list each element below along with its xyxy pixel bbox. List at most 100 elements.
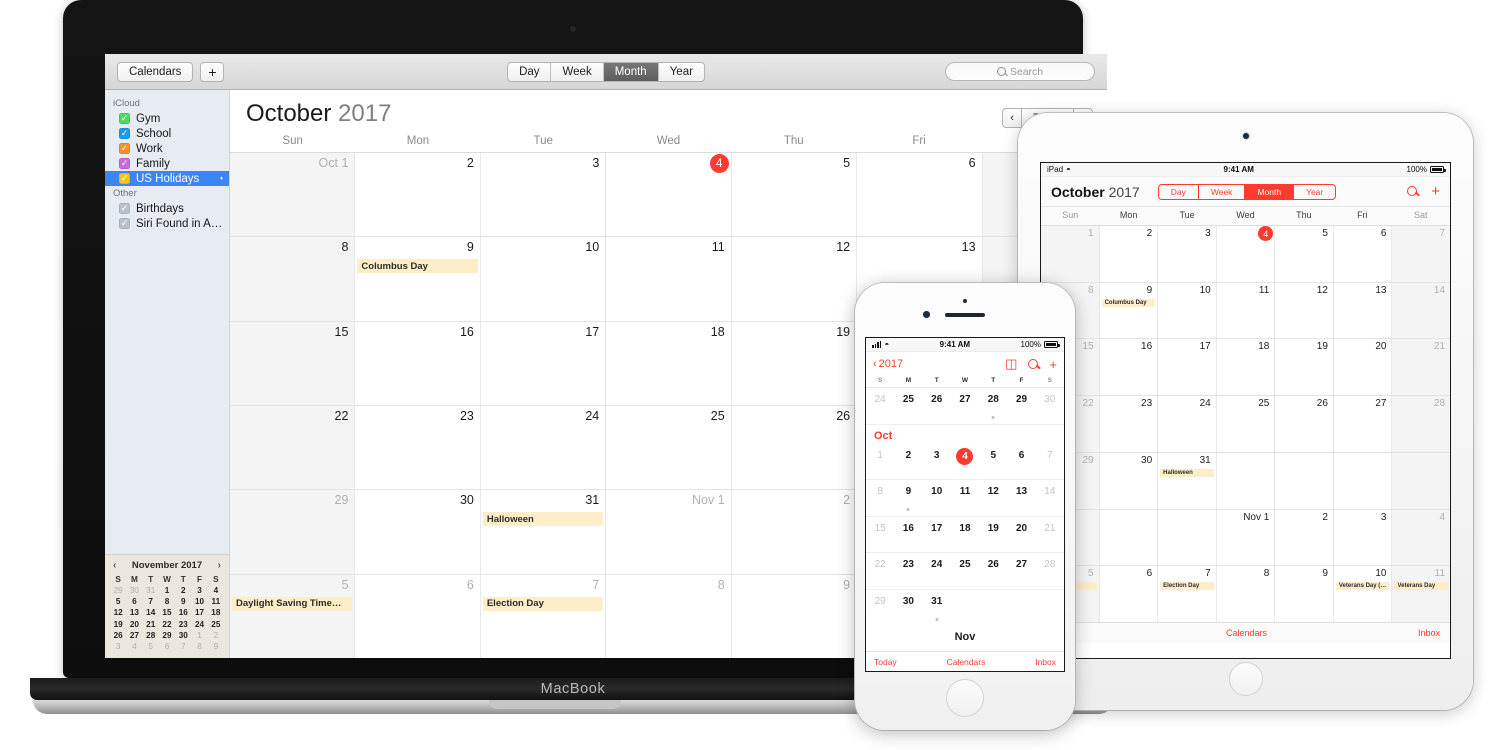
iphone-list-icon[interactable]: ◫ <box>1005 356 1017 372</box>
iphone-day-cell[interactable]: 28 <box>1036 553 1064 589</box>
day-cell[interactable]: 7 Election Day <box>481 574 607 658</box>
sidebar-item-us-holidays[interactable]: ✓ US Holidays ◔ <box>105 171 229 186</box>
iphone-day-cell[interactable]: 4 <box>951 444 979 480</box>
ipad-day-cell[interactable]: 3 <box>1334 509 1393 566</box>
mini-day-cell[interactable]: 3 <box>191 585 207 596</box>
ipad-day-cell[interactable]: 21 <box>1392 339 1450 396</box>
iphone-day-cell[interactable]: 23 <box>894 553 922 589</box>
iphone-day-cell[interactable]: 30 <box>1036 388 1064 424</box>
iphone-day-cell[interactable]: 20 <box>1007 517 1035 553</box>
ipad-day-cell[interactable]: 20 <box>1334 339 1393 396</box>
ipad-day-cell[interactable]: 1 <box>1041 226 1100 282</box>
ipad-search-icon[interactable] <box>1407 183 1418 200</box>
ipad-calendar-event[interactable]: Election Day <box>1160 582 1214 591</box>
view-tab-day[interactable]: Day <box>508 62 552 81</box>
mini-day-cell[interactable]: 30 <box>175 630 191 641</box>
ipad-day-cell[interactable]: 6 <box>1334 226 1393 282</box>
view-tab-year[interactable]: Year <box>659 63 704 81</box>
mini-day-cell[interactable]: 18 <box>208 607 224 618</box>
calendar-event[interactable]: Columbus Day <box>357 259 478 274</box>
ipad-day-cell[interactable]: 5 <box>1275 226 1334 282</box>
iphone-day-cell[interactable]: 12 <box>979 480 1007 516</box>
mini-day-cell[interactable]: 7 <box>175 641 191 652</box>
mini-day-cell[interactable]: 29 <box>110 585 126 596</box>
ipad-day-cell[interactable]: 16 <box>1100 339 1159 396</box>
iphone-day-cell[interactable]: 26 <box>979 553 1007 589</box>
mini-day-cell[interactable]: 2 <box>208 630 224 641</box>
ipad-calendar-event[interactable]: Columbus Day <box>1101 298 1156 307</box>
mini-day-cell[interactable]: 1 <box>159 585 175 596</box>
day-cell[interactable]: 9 <box>732 574 858 658</box>
mini-day-cell[interactable]: 6 <box>159 641 175 652</box>
ipad-day-cell[interactable]: 2 <box>1100 226 1159 282</box>
day-cell[interactable]: 2 <box>355 153 481 237</box>
ipad-view-tab-week[interactable]: Week <box>1199 184 1246 199</box>
ipad-day-cell[interactable]: 7 <box>1392 226 1450 282</box>
iphone-day-cell[interactable] <box>979 590 1007 627</box>
mini-next-button[interactable]: › <box>218 560 221 571</box>
iphone-day-cell[interactable]: 31 <box>923 590 951 627</box>
ipad-day-cell[interactable]: 6 <box>1100 566 1159 623</box>
iphone-day-cell[interactable]: 30 <box>894 590 922 627</box>
ipad-add-button[interactable]: + <box>1431 183 1440 200</box>
day-cell[interactable]: 15 <box>230 321 356 405</box>
ipad-day-cell[interactable] <box>1334 452 1393 509</box>
ipad-day-cell[interactable]: 4 <box>1392 509 1450 566</box>
day-cell[interactable]: 11 <box>606 237 732 321</box>
iphone-month-scroller[interactable]: 24 25 26 27 28 29 30 Oct 1 2 3 4 5 6 7 8 9 10 11 12 13 14 15 16… <box>866 388 1064 671</box>
ipad-day-cell[interactable]: 23 <box>1100 396 1159 452</box>
mini-day-cell[interactable]: 7 <box>143 596 159 607</box>
ipad-day-cell[interactable]: Nov 1 <box>1217 509 1276 566</box>
mini-day-cell[interactable]: 23 <box>175 618 191 629</box>
ipad-day-cell[interactable]: 26 <box>1275 396 1334 452</box>
mini-day-cell[interactable]: 16 <box>175 607 191 618</box>
mini-day-cell[interactable]: 29 <box>159 630 175 641</box>
ipad-day-cell[interactable] <box>1217 452 1276 509</box>
iphone-day-cell[interactable]: 9 <box>894 480 922 516</box>
view-tab-week[interactable]: Week <box>552 62 604 81</box>
day-cell[interactable]: 5 <box>732 153 858 237</box>
mini-day-cell[interactable]: 28 <box>143 630 159 641</box>
sidebar-item-work[interactable]: ✓ Work <box>105 141 229 156</box>
ipad-day-cell[interactable]: 7 Election Day <box>1158 566 1217 623</box>
calendars-button[interactable]: Calendars <box>117 61 194 82</box>
ipad-day-cell[interactable]: 14 <box>1392 282 1450 339</box>
calendar-event[interactable]: Election Day <box>482 596 604 611</box>
mini-day-cell[interactable]: 15 <box>159 607 175 618</box>
iphone-day-cell[interactable]: 28 <box>979 388 1007 424</box>
iphone-day-cell[interactable]: 7 <box>1036 444 1064 480</box>
iphone-inbox-tab[interactable]: Inbox <box>1035 657 1056 667</box>
mini-day-cell[interactable]: 9 <box>175 596 191 607</box>
iphone-day-cell[interactable]: 25 <box>951 553 979 589</box>
search-input[interactable]: Search <box>945 62 1095 81</box>
iphone-day-cell[interactable]: 15 <box>866 517 894 553</box>
ipad-view-tab-year[interactable]: Year <box>1294 185 1335 199</box>
ipad-day-cell[interactable]: 12 <box>1275 282 1334 339</box>
prev-month-button[interactable]: ‹ <box>1002 108 1022 128</box>
day-cell[interactable]: Oct 1 <box>230 153 356 237</box>
mini-day-cell[interactable]: 19 <box>110 618 126 629</box>
ipad-day-cell[interactable]: 11 Veterans Day <box>1392 566 1450 623</box>
day-cell[interactable]: 4 <box>606 153 732 237</box>
sidebar-item-siri-found-in-apps[interactable]: ✓ Siri Found in Apps <box>105 216 229 231</box>
iphone-day-cell[interactable]: 19 <box>979 517 1007 553</box>
checkbox-icon[interactable]: ✓ <box>119 113 130 124</box>
day-cell[interactable]: 26 <box>732 405 858 490</box>
day-cell[interactable]: 2 <box>732 490 858 574</box>
ipad-day-cell[interactable]: 9 <box>1275 566 1334 623</box>
mini-day-cell[interactable]: 12 <box>110 607 126 618</box>
ipad-day-cell[interactable]: 4 <box>1217 226 1276 282</box>
iphone-search-icon[interactable] <box>1028 357 1039 372</box>
ipad-calendar-event[interactable]: Halloween <box>1160 468 1214 477</box>
iphone-today-tab[interactable]: Today <box>874 657 897 667</box>
ipad-calendars-tab[interactable]: Calendars <box>1226 628 1267 638</box>
mini-day-cell[interactable]: 13 <box>126 607 142 618</box>
ipad-day-cell[interactable]: 25 <box>1217 396 1276 452</box>
day-cell[interactable]: 31 Halloween <box>481 490 607 574</box>
day-cell[interactable]: 29 <box>230 490 356 574</box>
iphone-day-cell[interactable] <box>951 590 979 627</box>
ipad-day-cell[interactable]: 28 <box>1392 396 1450 452</box>
mini-day-cell[interactable]: 27 <box>126 630 142 641</box>
mini-day-cell[interactable]: 14 <box>143 607 159 618</box>
mini-day-cell[interactable]: 5 <box>110 596 126 607</box>
